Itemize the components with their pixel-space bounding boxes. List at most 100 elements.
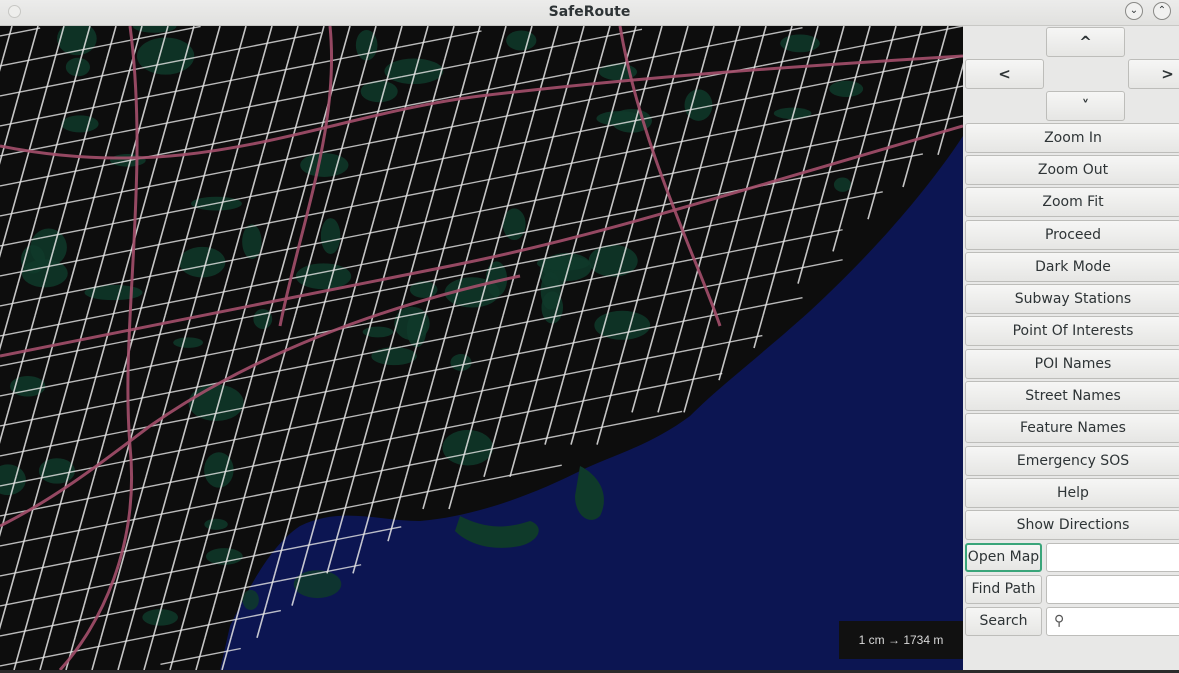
street: [677, 122, 688, 156]
open-map-button[interactable]: Open Map: [965, 543, 1042, 572]
street: [356, 154, 367, 188]
open-map-input[interactable]: [1046, 543, 1179, 572]
street: [165, 186, 176, 220]
street: [320, 204, 362, 214]
search-button[interactable]: Search: [965, 607, 1042, 636]
street: [824, 154, 835, 188]
find-path-button[interactable]: Find Path: [965, 575, 1042, 604]
street: [859, 122, 870, 156]
pan-left-button[interactable]: <: [965, 59, 1044, 89]
map-canvas[interactable]: 1 cm → 1734 m: [0, 26, 963, 670]
street: [207, 315, 218, 349]
street: [0, 447, 41, 457]
street: [494, 218, 505, 252]
street: [860, 26, 871, 59]
street: [401, 428, 442, 438]
street: [561, 336, 603, 346]
show-directions-button[interactable]: Show Directions: [965, 510, 1179, 540]
street: [136, 476, 147, 510]
street: [683, 379, 694, 413]
proceed-button[interactable]: Proceed: [965, 220, 1179, 250]
street: [170, 540, 181, 574]
street: [922, 115, 963, 125]
street: [188, 476, 199, 510]
poi-names-button[interactable]: POI Names: [965, 349, 1179, 379]
street: [481, 472, 522, 482]
street: [658, 283, 669, 317]
street: [213, 573, 224, 606]
zoom-out-button[interactable]: Zoom Out: [965, 155, 1179, 185]
street: [200, 587, 241, 598]
pan-right-button[interactable]: >: [1128, 59, 1179, 89]
street: [641, 290, 683, 301]
zoom-fit-button[interactable]: Zoom Fit: [965, 187, 1179, 217]
street: [261, 122, 272, 156]
street: [0, 207, 41, 217]
street: [481, 382, 522, 392]
street: [208, 218, 219, 252]
street: [722, 244, 763, 255]
street: [200, 437, 241, 448]
street: [80, 341, 121, 351]
street: [285, 315, 296, 349]
points-of-interest-button[interactable]: Point Of Interests: [965, 316, 1179, 346]
street: [312, 218, 323, 252]
park-area: [442, 429, 494, 466]
subway-stations-button[interactable]: Subway Stations: [965, 284, 1179, 314]
street: [729, 122, 740, 156]
park-area: [173, 337, 204, 348]
street: [0, 297, 41, 307]
street: [510, 347, 521, 381]
zoom-in-button[interactable]: Zoom In: [965, 123, 1179, 153]
find-path-input[interactable]: [1046, 575, 1179, 604]
street: [320, 354, 362, 364]
street: [288, 26, 299, 59]
street: [267, 379, 278, 413]
street: [137, 379, 148, 413]
pan-up-button[interactable]: ^: [1046, 27, 1125, 57]
street: [120, 483, 161, 493]
street-names-button[interactable]: Street Names: [965, 381, 1179, 411]
street: [407, 251, 418, 284]
street: [249, 444, 260, 478]
street: [842, 131, 883, 141]
emergency-sos-button[interactable]: Emergency SOS: [965, 446, 1179, 476]
feature-names-button[interactable]: Feature Names: [965, 413, 1179, 443]
street: [198, 347, 209, 381]
street: [24, 412, 35, 445]
street: [10, 90, 21, 123]
street: [148, 154, 159, 188]
street: [1, 122, 12, 156]
park-area: [61, 115, 99, 133]
street: [441, 390, 482, 400]
dark-mode-button[interactable]: Dark Mode: [965, 252, 1179, 282]
street: [66, 540, 77, 574]
street: [114, 90, 125, 123]
park-area: [320, 218, 341, 255]
help-button[interactable]: Help: [965, 478, 1179, 508]
street: [432, 347, 443, 381]
street: [477, 186, 488, 220]
street: [25, 315, 36, 349]
street: [867, 186, 878, 220]
street: [13, 637, 24, 670]
street: [702, 218, 713, 252]
street: [882, 63, 924, 73]
street: [39, 349, 81, 359]
street: [704, 26, 715, 59]
street: [561, 366, 603, 376]
street: [280, 361, 322, 372]
street: [178, 605, 189, 639]
street: [231, 508, 242, 542]
street: [414, 412, 425, 445]
street: [320, 444, 362, 454]
pan-down-button[interactable]: ˅: [1046, 91, 1125, 121]
search-input[interactable]: ⚲: [1046, 607, 1179, 636]
map-scale-label: 1 cm → 1734 m: [839, 621, 963, 659]
minimize-button[interactable]: ⌄: [1125, 2, 1143, 20]
maximize-button[interactable]: ⌃: [1153, 2, 1171, 20]
street: [399, 186, 410, 220]
control-panel: ^ < > ˅ Zoom In Zoom Out Zoom Fit Procee…: [963, 26, 1179, 670]
street: [160, 115, 201, 126]
street: [484, 347, 495, 381]
